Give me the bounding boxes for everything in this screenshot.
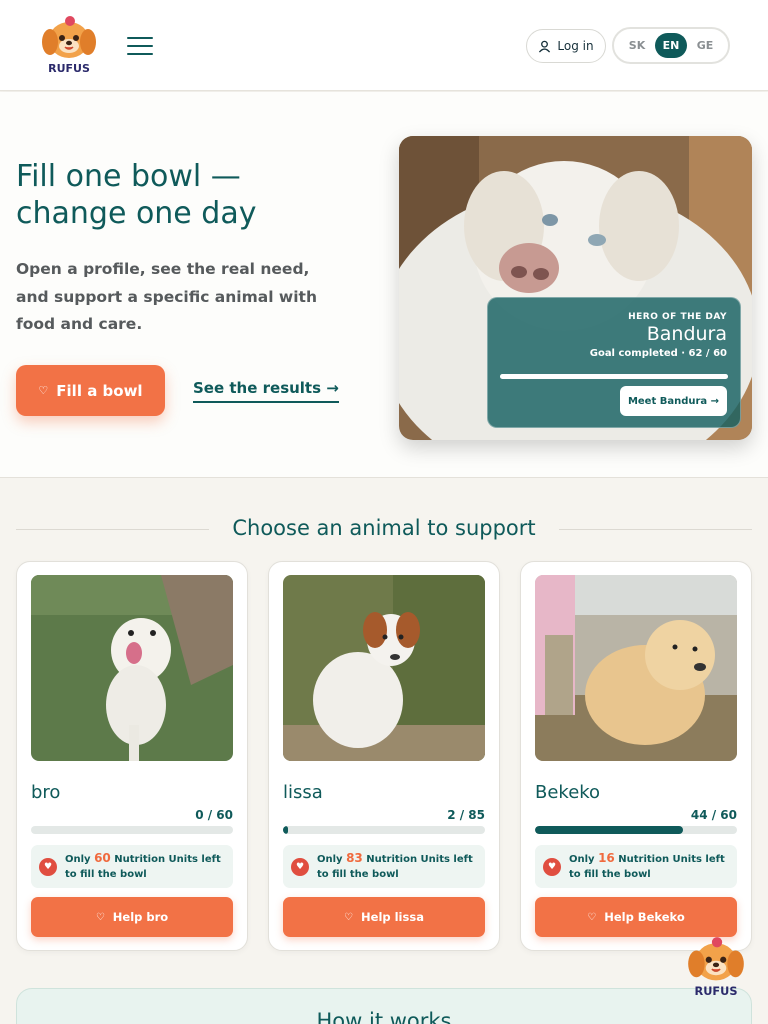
see-results-link[interactable]: See the results →: [193, 379, 339, 403]
mascot-wordmark: RUFUS: [694, 984, 737, 998]
animal-progress-count: 44 / 60: [690, 808, 737, 822]
user-icon: [539, 40, 551, 53]
login-label: Log in: [557, 39, 594, 53]
help-button-label: Help lissa: [361, 910, 424, 924]
heart-outline-icon: ♡: [587, 911, 597, 923]
hero-goal-text: Goal completed · 62 / 60: [589, 348, 727, 359]
animal-progress-fill: [535, 826, 684, 834]
nutrition-note-text: Only 60 Nutrition Units left to fill the…: [65, 851, 225, 882]
animal-name: lissa: [283, 782, 323, 803]
help-lissa-button[interactable]: ♡ Help lissa: [283, 897, 485, 937]
animal-name: bro: [31, 782, 61, 803]
lang-option-ge[interactable]: GE: [689, 33, 721, 58]
meet-bandura-button[interactable]: Meet Bandura →: [620, 386, 727, 416]
hero-progress-bar: [500, 374, 728, 379]
nutrition-note-text: Only 83 Nutrition Units left to fill the…: [317, 851, 477, 882]
hero-kicker: HERO OF THE DAY: [628, 312, 727, 322]
section-title: Choose an animal to support: [232, 516, 536, 540]
fill-bowl-button[interactable]: ♡ Fill a bowl: [16, 365, 165, 416]
nutrition-note-text: Only 16 Nutrition Units left to fill the…: [569, 851, 729, 882]
hero-section: Fill one bowl — change one day Open a pr…: [0, 92, 768, 478]
heart-icon: ♥: [543, 857, 561, 876]
nutrition-note: ♥ Only 83 Nutrition Units left to fill t…: [283, 845, 485, 888]
animal-card-bekeko: Bekeko 44 / 60 ♥ Only 16 Nutrition Units…: [520, 561, 752, 951]
heart-outline-icon: ♡: [95, 911, 105, 923]
help-button-label: Help Bekeko: [604, 910, 685, 924]
animal-progress-fill: [283, 826, 288, 834]
hero-of-the-day-card: HERO OF THE DAY Bandura Goal completed ·…: [487, 297, 741, 428]
rufus-logo[interactable]: RUFUS: [36, 14, 102, 78]
hero-title: Fill one bowl — change one day: [16, 158, 316, 232]
fill-bowl-label: Fill a bowl: [56, 381, 143, 400]
site-header: RUFUS Log in SK EN GE: [0, 0, 768, 91]
help-button-label: Help bro: [112, 910, 169, 924]
animal-progress-bar: [31, 826, 233, 834]
animal-photo[interactable]: [283, 575, 485, 761]
hero-progress-fill: [500, 374, 728, 379]
note-prefix: Only: [317, 854, 347, 865]
help-bro-button[interactable]: ♡ Help bro: [31, 897, 233, 937]
menu-icon[interactable]: [127, 37, 153, 55]
animal-progress-count: 0 / 60: [195, 808, 233, 822]
logo-wordmark: RUFUS: [48, 62, 90, 75]
lang-option-sk[interactable]: SK: [621, 33, 653, 58]
how-it-works-section: How it works: [16, 988, 752, 1024]
lang-option-en[interactable]: EN: [655, 33, 687, 58]
heart-icon: ♥: [39, 857, 57, 876]
note-prefix: Only: [65, 854, 95, 865]
animal-progress-count: 2 / 85: [447, 808, 485, 822]
animal-progress-bar: [283, 826, 485, 834]
heart-icon: ♥: [291, 857, 309, 876]
help-bekeko-button[interactable]: ♡ Help Bekeko: [535, 897, 737, 937]
animal-progress-bar: [535, 826, 737, 834]
divider-right: [559, 529, 752, 530]
nutrition-note: ♥ Only 60 Nutrition Units left to fill t…: [31, 845, 233, 888]
hero-description: Open a profile, see the real need, and s…: [16, 260, 318, 333]
units-left: 16: [598, 851, 615, 865]
login-button[interactable]: Log in: [526, 29, 606, 63]
animal-card-bro: bro 0 / 60 ♥ Only 60 Nutrition Units lef…: [16, 561, 248, 951]
heart-outline-icon: ♡: [344, 911, 354, 923]
nutrition-note: ♥ Only 16 Nutrition Units left to fill t…: [535, 845, 737, 888]
language-switcher: SK EN GE: [612, 27, 730, 64]
rufus-mascot-icon[interactable]: RUFUS: [682, 935, 750, 1001]
units-left: 83: [346, 851, 363, 865]
units-left: 60: [94, 851, 111, 865]
how-it-works-title: How it works: [316, 1009, 452, 1024]
animal-card-lissa: lissa 2 / 85 ♥ Only 83 Nutrition Units l…: [268, 561, 500, 951]
note-prefix: Only: [569, 854, 599, 865]
heart-icon: ♡: [38, 384, 49, 397]
animal-photo[interactable]: [535, 575, 737, 761]
hero-animal-name: Bandura: [646, 323, 727, 345]
animal-name: Bekeko: [535, 782, 601, 803]
animal-photo[interactable]: [31, 575, 233, 761]
hero-title-line1: Fill one bowl —: [16, 159, 241, 194]
hero-title-line2: change one day: [16, 196, 257, 231]
